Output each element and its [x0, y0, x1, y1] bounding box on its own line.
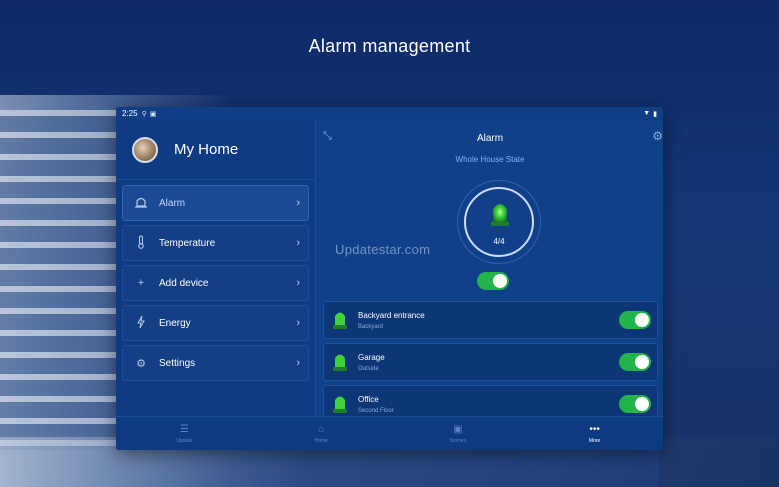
device-name: Backyard entrance [358, 310, 425, 320]
lightning-icon [133, 315, 149, 332]
profile-name: My Home [174, 141, 239, 158]
siren-icon [333, 396, 347, 413]
sidebar-item-label: Settings [159, 357, 196, 369]
tab-update[interactable]: ☰ Update [116, 417, 253, 450]
play-box-icon: ▣ [453, 423, 463, 435]
bottom-tab-bar: ☰ Update ⌂ Home ▣ Scenes ••• More [116, 416, 663, 450]
page-title: Alarm [476, 133, 504, 144]
status-bar: 2:25 ⚲ ▣ ▼ ▮ [116, 107, 663, 120]
sidebar: My Home Alarm › Temperature › + Add devi… [116, 120, 316, 416]
chevron-right-icon: › [296, 237, 300, 249]
gear-icon: ⚙ [136, 357, 146, 370]
background-house-slats [0, 110, 120, 450]
alarm-panel: ⤡ ⚙ Alarm Whole House State 4/4 Updatest… [317, 120, 663, 423]
headline: Alarm management [308, 36, 471, 56]
sidebar-item-temperature[interactable]: Temperature › [122, 225, 309, 261]
sidebar-menu: Alarm › Temperature › + Add device › Ene… [116, 180, 315, 381]
chevron-right-icon: › [296, 357, 300, 369]
active-count: 4/4 [493, 237, 505, 246]
device-name: Office [358, 394, 379, 404]
device-toggle[interactable] [619, 311, 651, 329]
master-alarm-toggle[interactable] [477, 272, 509, 290]
tab-label: Home [314, 437, 328, 444]
image-icon: ▣ [149, 110, 157, 118]
profile-header[interactable]: My Home [116, 120, 315, 180]
alarm-state-gauge: 4/4 [457, 180, 541, 264]
sidebar-item-label: Energy [159, 317, 191, 329]
device-location: Outside [358, 365, 379, 372]
status-time: 2:25 [122, 109, 138, 118]
list-item[interactable]: Garage Outside [323, 343, 658, 381]
sidebar-item-label: Add device [159, 277, 209, 289]
device-name: Garage [358, 352, 385, 362]
device-list: Backyard entrance Backyard Garage Outsid… [323, 301, 658, 427]
battery-icon: ▮ [653, 110, 657, 118]
siren-outline-icon [133, 196, 149, 211]
chevron-right-icon: › [296, 197, 300, 209]
device-toggle[interactable] [619, 395, 651, 413]
device-location: Second Floor [358, 407, 394, 414]
sidebar-item-label: Temperature [159, 237, 216, 249]
chevron-right-icon: › [296, 317, 300, 329]
watermark: Updatestar.com [335, 242, 431, 257]
tab-scenes[interactable]: ▣ Scenes [390, 417, 527, 450]
sidebar-item-add-device[interactable]: + Add device › [122, 265, 309, 301]
list-star-icon: ☰ [179, 423, 189, 435]
tab-label: Scenes [449, 437, 467, 444]
tab-label: More [588, 437, 601, 444]
sidebar-item-settings[interactable]: ⚙ Settings › [122, 345, 309, 381]
plus-icon: + [137, 277, 145, 289]
siren-icon [333, 312, 347, 329]
dots-icon: ••• [589, 423, 600, 435]
toggle-switch[interactable] [477, 272, 509, 290]
tab-more[interactable]: ••• More [526, 417, 663, 450]
gauge-ring: 4/4 [464, 187, 534, 257]
chevron-right-icon: › [296, 277, 300, 289]
sidebar-item-label: Alarm [159, 197, 186, 209]
thermometer-icon [133, 234, 149, 252]
tablet-frame: 2:25 ⚲ ▣ ▼ ▮ My Home Alarm › Temperature… [116, 107, 663, 450]
device-toggle[interactable] [619, 353, 651, 371]
whole-house-state-label: Whole House State [455, 155, 525, 164]
tab-home[interactable]: ⌂ Home [253, 417, 390, 450]
siren-icon [491, 204, 509, 226]
location-icon: ⚲ [141, 110, 147, 118]
siren-icon [333, 354, 347, 371]
wifi-icon: ▼ [643, 109, 651, 117]
sidebar-item-alarm[interactable]: Alarm › [122, 185, 309, 221]
tab-label: Update [176, 437, 193, 444]
sidebar-item-energy[interactable]: Energy › [122, 305, 309, 341]
device-location: Backyard [358, 323, 384, 330]
home-icon: ⌂ [318, 423, 325, 435]
avatar[interactable] [132, 136, 158, 163]
list-item[interactable]: Backyard entrance Backyard [323, 301, 658, 339]
